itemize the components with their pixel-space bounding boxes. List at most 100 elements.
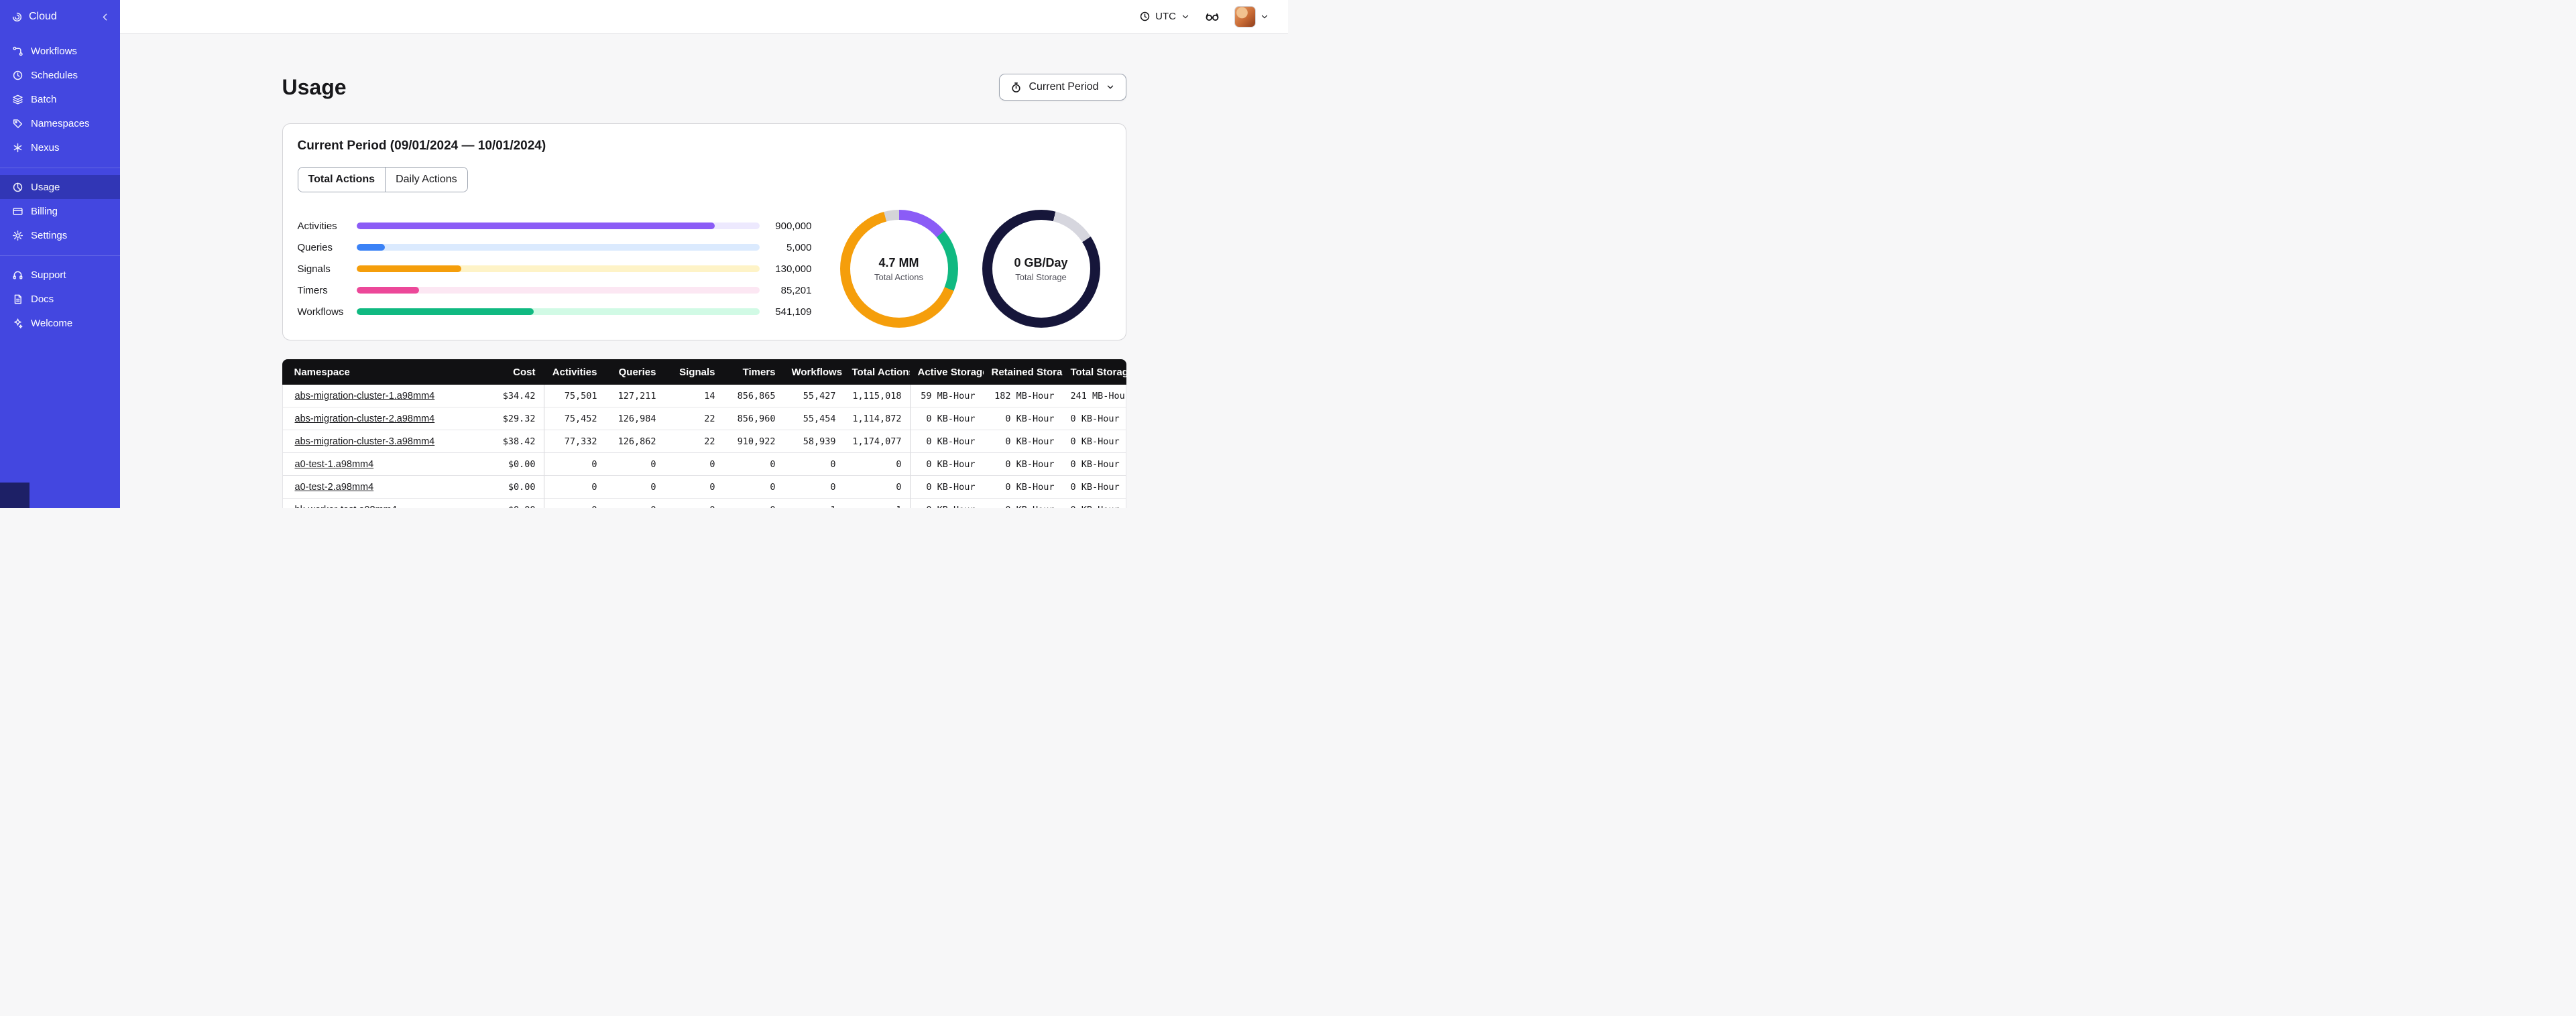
main-content: Usage Current Period Current Period (09/… <box>120 34 1288 508</box>
cell-cost: $0.00 <box>483 453 544 476</box>
cell-cost: $29.32 <box>483 407 544 430</box>
sidebar-item-billing[interactable]: Billing <box>0 199 120 223</box>
namespace-usage-table: Namespace Cost Activities Queries Signals Tim… <box>282 359 1126 508</box>
col-header-queries: Queries <box>605 359 664 385</box>
sidebar-item-welcome[interactable]: Welcome <box>0 311 120 335</box>
cell-timers: 0 <box>723 476 784 499</box>
namespace-link[interactable]: abs-migration-cluster-1.a98mm4 <box>295 391 435 401</box>
app-root: Cloud Workflows Schedules Batch Namespaces N… <box>0 0 1288 508</box>
chevron-down-icon <box>1107 85 1113 89</box>
bar-track <box>356 308 760 315</box>
bar-label: Workflows <box>297 306 344 318</box>
sidebar-item-workflows[interactable]: Workflows <box>0 39 120 63</box>
cell-signals: 22 <box>664 430 723 453</box>
namespace-link[interactable]: a0-test-2.a98mm4 <box>295 482 374 493</box>
sidebar-item-schedules[interactable]: Schedules <box>0 63 120 87</box>
col-header-active-storage: Active Storage <box>909 359 984 385</box>
cell-retained-storage: 0 KB-Hour <box>983 430 1063 453</box>
bar-fill <box>356 265 461 272</box>
bar-row-activities: Activities 900,000 <box>298 215 812 237</box>
cell-cost: $0.00 <box>483 476 544 499</box>
cell-active-storage: 0 KB-Hour <box>909 476 984 499</box>
sidebar-item-label: Workflows <box>31 45 77 57</box>
sidebar-item-settings[interactable]: Settings <box>0 223 120 247</box>
period-selector-button[interactable]: Current Period <box>999 74 1126 101</box>
bar-row-signals: Signals 130,000 <box>298 258 812 279</box>
bar-value: 85,201 <box>780 284 812 296</box>
cell-signals: 14 <box>664 385 723 407</box>
cell-workflows: 0 <box>783 476 844 499</box>
total-storage-donut: 0 GB/Day Total Storage <box>982 210 1100 328</box>
sidebar-item-label: Namespaces <box>31 117 90 129</box>
sidebar-collapse-button[interactable] <box>99 11 111 23</box>
actions-bar-chart: Activities 900,000 Queries 5,000 Signals 130,… <box>298 215 812 322</box>
nexus-icon <box>11 141 23 153</box>
bar-fill <box>356 244 385 251</box>
cell-cost: $0.00 <box>483 499 544 508</box>
cell-active-storage: 0 KB-Hour <box>909 499 984 508</box>
sidebar-item-batch[interactable]: Batch <box>0 87 120 111</box>
sidebar-item-label: Schedules <box>31 69 78 81</box>
cell-total-actions: 0 <box>843 476 910 499</box>
bar-row-workflows: Workflows 541,109 <box>298 301 812 322</box>
cell-total-storage: 0 KB-Hour <box>1062 476 1126 499</box>
sidebar-item-support[interactable]: Support <box>0 263 120 287</box>
cell-signals: 0 <box>664 499 723 508</box>
cell-retained-storage: 0 KB-Hour <box>983 499 1063 508</box>
batch-icon <box>11 93 23 105</box>
col-header-total-actions: Total Actions <box>843 359 910 385</box>
cell-workflows: 58,939 <box>783 430 844 453</box>
table-row: abs-migration-cluster-1.a98mm4 $34.42 75,5… <box>282 385 1126 407</box>
account-menu[interactable] <box>1234 5 1269 27</box>
tab-daily-actions[interactable]: Daily Actions <box>385 168 467 192</box>
cell-signals: 22 <box>664 407 723 430</box>
clock-icon <box>1138 11 1151 23</box>
sidebar-item-label: Batch <box>31 93 57 105</box>
timezone-label: UTC <box>1155 11 1176 22</box>
cell-retained-storage: 0 KB-Hour <box>983 453 1063 476</box>
page-header: Usage Current Period <box>282 74 1126 101</box>
bar-label: Signals <box>297 263 331 275</box>
cell-timers: 856,960 <box>723 407 784 430</box>
namespace-link[interactable]: abs-migration-cluster-2.a98mm4 <box>295 414 435 424</box>
cell-total-actions: 1,114,872 <box>843 407 910 430</box>
sidebar: Cloud Workflows Schedules Batch Namespaces N… <box>0 0 120 508</box>
sidebar-item-label: Billing <box>31 205 58 217</box>
namespace-link[interactable]: bk-worker-test.a98mm4 <box>295 505 397 509</box>
cell-total-storage: 0 KB-Hour <box>1062 453 1126 476</box>
sidebar-item-namespaces[interactable]: Namespaces <box>0 111 120 135</box>
sidebar-footer-block <box>0 483 30 508</box>
sidebar-item-label: Docs <box>31 293 54 305</box>
col-header-cost: Cost <box>483 359 544 385</box>
tab-total-actions[interactable]: Total Actions <box>298 168 386 192</box>
glasses-icon <box>1206 13 1219 21</box>
sidebar-item-docs[interactable]: Docs <box>0 287 120 311</box>
col-header-activities: Activities <box>543 359 605 385</box>
namespace-link[interactable]: abs-migration-cluster-3.a98mm4 <box>295 436 435 447</box>
table-row: bk-worker-test.a98mm4$0.000000110 KB-Hou… <box>282 499 1126 508</box>
bar-fill <box>356 223 715 229</box>
table-row: abs-migration-cluster-2.a98mm4 $29.32 75,4… <box>282 407 1126 430</box>
cell-active-storage: 0 KB-Hour <box>909 407 984 430</box>
table-row: a0-test-2.a98mm4 $0.00 0 0 0 0 0 0 0 KB-Hour 0 KB… <box>282 476 1126 499</box>
cell-queries: 0 <box>605 453 664 476</box>
namespace-link[interactable]: a0-test-1.a98mm4 <box>295 459 374 470</box>
usage-summary-card: Current Period (09/01/2024 — 10/01/2024)… <box>282 123 1126 340</box>
sidebar-item-usage[interactable]: Usage <box>0 175 120 199</box>
cell-total-actions: 1,115,018 <box>843 385 910 407</box>
labs-toggle[interactable] <box>1205 9 1220 24</box>
sidebar-item-nexus[interactable]: Nexus <box>0 135 120 160</box>
bar-value: 541,109 <box>775 306 812 318</box>
namespace-cell: a0-test-2.a98mm4 <box>282 476 483 499</box>
cell-timers: 910,922 <box>723 430 784 453</box>
sidebar-group: Usage Billing Settings <box>0 168 120 250</box>
sidebar-item-label: Settings <box>31 229 68 241</box>
cell-queries: 126,984 <box>605 407 664 430</box>
namespace-cell: abs-migration-cluster-3.a98mm4 <box>282 430 483 453</box>
avatar[interactable] <box>1234 5 1256 27</box>
cell-workflows: 55,454 <box>783 407 844 430</box>
cell-total-actions: 1,174,077 <box>843 430 910 453</box>
timezone-selector[interactable]: UTC <box>1138 11 1190 23</box>
chevron-down-icon <box>1261 15 1268 18</box>
cell-active-storage: 59 MB-Hour <box>909 385 984 407</box>
